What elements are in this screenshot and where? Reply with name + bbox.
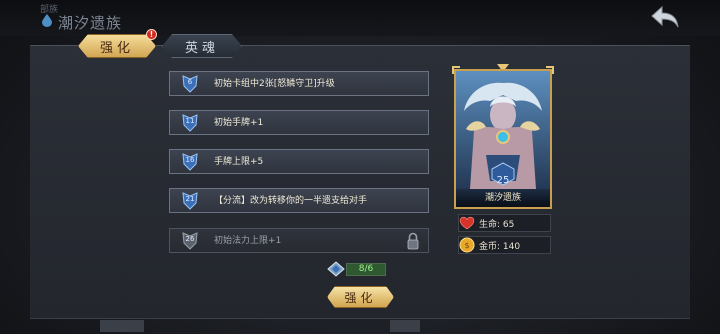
tab-upgrade[interactable]: 强化: [78, 34, 156, 58]
notification-badge: !: [146, 29, 157, 40]
hero-card[interactable]: 25 潮汐遗族: [454, 69, 552, 209]
level-shield-icon: 26: [180, 231, 200, 251]
upgrade-material-icon: [327, 261, 345, 277]
hero-level: 25: [496, 175, 510, 186]
page-title: 潮汐遗族: [58, 14, 123, 32]
level-number: 16: [185, 155, 195, 164]
back-arrow-icon[interactable]: [648, 4, 682, 30]
level-number: 11: [185, 116, 195, 125]
progress-text: 8/6: [358, 264, 374, 274]
hp-stat: 生命: 65: [458, 214, 551, 232]
top-bar: 部族 潮汐遗族: [0, 0, 720, 36]
level-number: 26: [185, 234, 195, 243]
progress-bar: 8/6: [346, 263, 386, 276]
upgrade-text: 手牌上限+5: [214, 156, 264, 167]
upgrade-button-label: 强化: [344, 290, 377, 305]
level-shield-icon: 11: [180, 113, 200, 133]
heart-icon: [459, 216, 475, 230]
upgrade-button[interactable]: 强化: [327, 286, 394, 308]
upgrade-row[interactable]: 6 初始卡组中2张[怒鳞守卫]升级: [169, 71, 429, 96]
water-drop-icon: [42, 14, 52, 27]
tab-upgrade-label: 强化: [99, 40, 134, 56]
upgrade-row[interactable]: 11 初始手牌+1: [169, 110, 429, 135]
level-shield-icon: 16: [180, 152, 200, 172]
bottom-tab-fragment: [100, 320, 144, 332]
lock-icon: [407, 232, 419, 250]
gold-coin-icon: $: [459, 237, 475, 253]
level-number: 21: [185, 194, 195, 203]
gold-label: 金币: 140: [479, 241, 521, 252]
upgrade-row[interactable]: 21 【分流】改为转移你的一半遗支给对手: [169, 188, 429, 213]
upgrade-text: 初始法力上限+1: [214, 235, 282, 246]
svg-text:$: $: [464, 241, 469, 250]
upgrade-text: 【分流】改为转移你的一半遗支给对手: [214, 195, 368, 206]
bottom-tab-fragment: [390, 320, 420, 332]
tab-hero-soul[interactable]: 英魂: [162, 34, 242, 58]
level-number: 6: [187, 77, 193, 86]
upgrade-text: 初始卡组中2张[怒鳞守卫]升级: [214, 78, 335, 89]
upgrade-text: 初始手牌+1: [214, 117, 264, 128]
upgrade-row-locked[interactable]: 26 初始法力上限+1: [169, 228, 429, 253]
tab-hero-soul-label: 英魂: [184, 40, 219, 56]
level-shield-icon: 6: [180, 74, 200, 94]
upgrade-row[interactable]: 16 手牌上限+5: [169, 149, 429, 174]
level-shield-icon: 21: [180, 191, 200, 211]
hp-label: 生命: 65: [479, 219, 515, 230]
gold-stat: $ 金币: 140: [458, 236, 551, 254]
hero-name: 潮汐遗族: [456, 189, 550, 207]
